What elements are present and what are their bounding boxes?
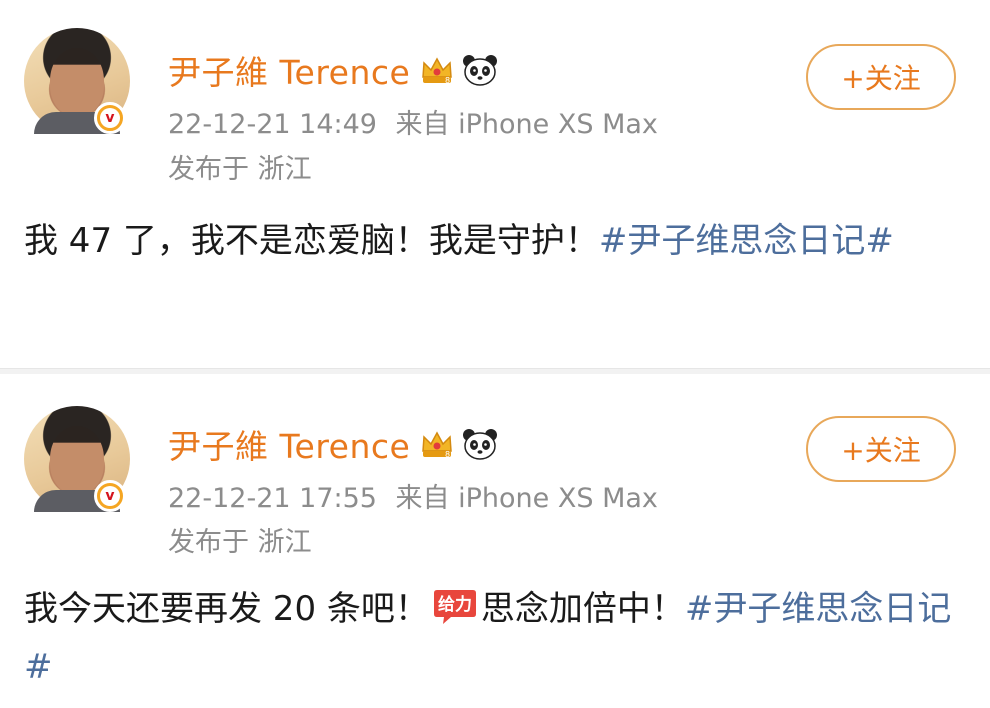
- post-location: 发布于 浙江: [168, 527, 312, 558]
- emoji-label: 给力: [438, 594, 472, 615]
- post-meta: 22-12-21 14:49 来自 iPhone XS Max: [168, 102, 658, 141]
- post-text: 我今天还要再发 20 条吧！: [24, 589, 429, 629]
- avatar-face: [50, 48, 104, 116]
- weibo-post: v 尹子維 Terence 8 22-12-21 17:55 来自 iPhone…: [0, 374, 990, 708]
- svg-text:8: 8: [445, 76, 450, 85]
- verified-icon: v: [94, 102, 126, 134]
- post-content: 我今天还要再发 20 条吧！ 给力 思念加倍中！#尹子维思念日记#: [24, 580, 964, 696]
- post-location: 发布于 浙江: [168, 154, 312, 185]
- follow-button[interactable]: +关注: [806, 44, 956, 110]
- username[interactable]: 尹子維 Terence: [168, 420, 410, 468]
- svg-text:8: 8: [445, 450, 450, 459]
- post-meta: 22-12-21 17:55 来自 iPhone XS Max: [168, 476, 658, 515]
- post-text-after: 思念加倍中！: [480, 589, 685, 629]
- post-time: 22-12-21 14:49: [168, 109, 377, 140]
- weibo-post: v 尹子維 Terence 8 22-12-21 14:49 来自 iPhone…: [0, 0, 990, 368]
- post-device: 来自 iPhone XS Max: [395, 483, 658, 514]
- name-row: 尹子維 Terence 8: [168, 46, 498, 94]
- verified-icon: v: [94, 480, 126, 512]
- post-time: 22-12-21 17:55: [168, 483, 377, 514]
- name-row: 尹子維 Terence 8: [168, 420, 498, 468]
- post-device: 来自 iPhone XS Max: [395, 109, 658, 140]
- panda-icon: [463, 55, 498, 86]
- avatar-face: [50, 426, 104, 494]
- post-text: 我 47 了，我不是恋爱脑！我是守护！: [24, 221, 599, 261]
- crown-badge-icon: 8: [422, 57, 453, 85]
- geili-emoji-icon: 给力: [433, 590, 476, 624]
- crown-badge-icon: 8: [422, 431, 453, 459]
- username[interactable]: 尹子維 Terence: [168, 46, 410, 94]
- panda-icon: [463, 429, 498, 460]
- hashtag-link[interactable]: #尹子维思念日记#: [599, 221, 894, 261]
- follow-button[interactable]: +关注: [806, 416, 956, 482]
- post-content: 我 47 了，我不是恋爱脑！我是守护！#尹子维思念日记#: [24, 212, 964, 270]
